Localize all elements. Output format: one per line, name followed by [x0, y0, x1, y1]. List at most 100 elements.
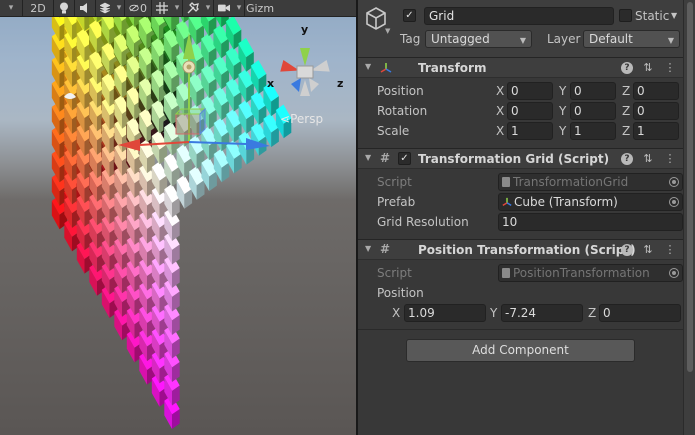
rotation-x-label[interactable]: X	[496, 103, 504, 119]
inspector-scrollbar[interactable]	[683, 0, 695, 435]
position-x-field[interactable]: 0	[507, 82, 553, 100]
transform-axes-icon	[380, 63, 392, 73]
position-script-value: PositionTransformation	[513, 266, 650, 280]
orientation-z-label: z	[337, 77, 344, 90]
preset-icon[interactable]: ⇅	[641, 243, 655, 257]
prefab-label: Prefab	[377, 195, 416, 209]
rotation-y-field[interactable]: 0	[570, 102, 616, 120]
position-transformation-header[interactable]: ▼ # Position Transformation (Script) ? ⇅…	[358, 239, 683, 260]
context-menu-icon[interactable]: ⋮	[663, 243, 677, 257]
rotation-z-field[interactable]: 0	[633, 102, 679, 120]
effects-dropdown-icon[interactable]: ▾	[114, 0, 124, 17]
vector-z-field[interactable]: 0	[599, 304, 681, 322]
rotation-y-label[interactable]: Y	[559, 103, 566, 119]
position-label: Position	[377, 84, 424, 98]
foldout-arrow-icon[interactable]: ▼	[365, 244, 371, 253]
scale-z-field[interactable]: 1	[633, 122, 679, 140]
object-picker-icon[interactable]	[669, 197, 679, 207]
foldout-arrow-icon[interactable]: ▼	[365, 62, 371, 71]
persp-label: Persp	[290, 112, 324, 126]
vector-y-label[interactable]: Y	[490, 305, 497, 321]
transformation-grid-header[interactable]: ▼ # ✓ Transformation Grid (Script) ? ⇅ ⋮	[358, 148, 683, 169]
component-enabled-checkbox[interactable]: ✓	[398, 152, 411, 165]
position-y-label[interactable]: Y	[559, 83, 566, 99]
position-script-label: Script	[377, 266, 412, 280]
tag-value: Untagged	[431, 32, 490, 46]
vector-y-field[interactable]: -7.24	[501, 304, 583, 322]
object-name-field[interactable]: Grid	[424, 7, 614, 25]
hidden-objects-icon[interactable]: 0	[125, 0, 151, 17]
light-gizmo-icon	[182, 60, 196, 74]
position-z-label[interactable]: Z	[622, 83, 630, 99]
help-icon[interactable]: ?	[621, 62, 633, 74]
camera-dropdown-icon[interactable]: ▾	[234, 0, 244, 17]
grid-dropdown-icon[interactable]: ▾	[172, 0, 182, 17]
static-checkbox[interactable]	[619, 9, 632, 22]
orientation-x-label: x	[267, 77, 275, 90]
help-icon[interactable]: ?	[621, 153, 633, 165]
effects-icon[interactable]	[96, 0, 114, 17]
vector-z-label[interactable]: Z	[588, 305, 596, 321]
scene-canvas[interactable]	[0, 17, 356, 435]
scene-view[interactable]: ▾ 2D ▾ 0 ▾ ▾ ▾ Gizm y x z ⋖Persp	[0, 0, 356, 435]
prefab-field[interactable]: Cube (Transform)	[498, 193, 683, 211]
scale-y-label[interactable]: Y	[559, 123, 566, 139]
scale-z-label[interactable]: Z	[622, 123, 630, 139]
audio-icon[interactable]	[75, 0, 95, 17]
scene-toolbar: ▾ 2D ▾ 0 ▾ ▾ ▾ Gizm	[0, 0, 356, 17]
help-icon[interactable]: ?	[621, 244, 633, 256]
grid-script-label: Script	[377, 175, 412, 189]
tools-dropdown-icon[interactable]: ▾	[203, 0, 213, 17]
layer-value: Default	[589, 32, 633, 46]
script-hash-icon: #	[380, 151, 391, 165]
scale-x-label[interactable]: X	[496, 123, 504, 139]
position-y-field[interactable]: 0	[570, 82, 616, 100]
toggle-2d-button[interactable]: 2D	[23, 0, 53, 17]
rotation-x-field[interactable]: 0	[507, 102, 553, 120]
lightbulb-icon[interactable]	[54, 0, 74, 17]
tag-chevron-down-icon: ▼	[519, 36, 526, 45]
object-picker-icon	[669, 268, 679, 278]
orientation-gizmo[interactable]	[280, 48, 330, 96]
static-label[interactable]: Static	[635, 8, 669, 24]
dropdown-arrow-icon[interactable]: ▾	[0, 0, 22, 17]
script-hash-icon: #	[380, 242, 391, 256]
prefab-value: Cube (Transform)	[514, 195, 618, 209]
tools-icon[interactable]	[183, 0, 203, 17]
rotation-z-label[interactable]: Z	[622, 103, 630, 119]
camera-icon[interactable]	[214, 0, 234, 17]
grid-resolution-label: Grid Resolution	[377, 215, 469, 229]
position-z-field[interactable]: 0	[633, 82, 679, 100]
vector-x-field[interactable]: 1.09	[404, 304, 486, 322]
layer-dropdown[interactable]: Default ▼	[583, 30, 680, 48]
preset-icon[interactable]: ⇅	[641, 152, 655, 166]
grid-script-field: TransformationGrid	[498, 173, 683, 191]
add-component-button[interactable]: Add Component	[406, 339, 635, 362]
vector-x-label[interactable]: X	[392, 305, 400, 321]
grid-resolution-field[interactable]: 10	[498, 213, 683, 231]
transform-axes-icon	[502, 197, 512, 206]
tag-label: Tag	[400, 32, 421, 46]
grid-icon[interactable]	[152, 0, 172, 17]
context-menu-icon[interactable]: ⋮	[663, 61, 677, 75]
projection-toggle[interactable]: ⋖Persp	[280, 112, 323, 126]
tag-dropdown[interactable]: Untagged ▼	[425, 30, 532, 48]
scale-x-field[interactable]: 1	[507, 122, 553, 140]
icon-dropdown-icon[interactable]: ▼	[385, 27, 390, 35]
rotation-label: Rotation	[377, 104, 428, 118]
foldout-arrow-icon[interactable]: ▼	[365, 153, 371, 162]
transformation-grid-title: Transformation Grid (Script)	[418, 152, 610, 166]
gameobject-header: ▼ ✓ Grid Static ▼ Tag Untagged ▼ Layer D…	[358, 0, 683, 58]
preset-icon[interactable]: ⇅	[641, 61, 655, 75]
position-x-label[interactable]: X	[496, 83, 504, 99]
grid-script-value: TransformationGrid	[513, 175, 629, 189]
context-menu-icon[interactable]: ⋮	[663, 152, 677, 166]
transform-header[interactable]: ▼ Transform ? ⇅ ⋮	[358, 57, 683, 78]
scale-y-field[interactable]: 1	[570, 122, 616, 140]
static-dropdown-icon[interactable]: ▼	[671, 8, 677, 24]
script-file-icon	[502, 268, 510, 278]
scrollbar-thumb[interactable]	[687, 2, 693, 372]
active-checkbox[interactable]: ✓	[403, 9, 416, 22]
position-script-field: PositionTransformation	[498, 264, 683, 282]
gizmos-menu[interactable]: Gizm	[245, 0, 275, 17]
